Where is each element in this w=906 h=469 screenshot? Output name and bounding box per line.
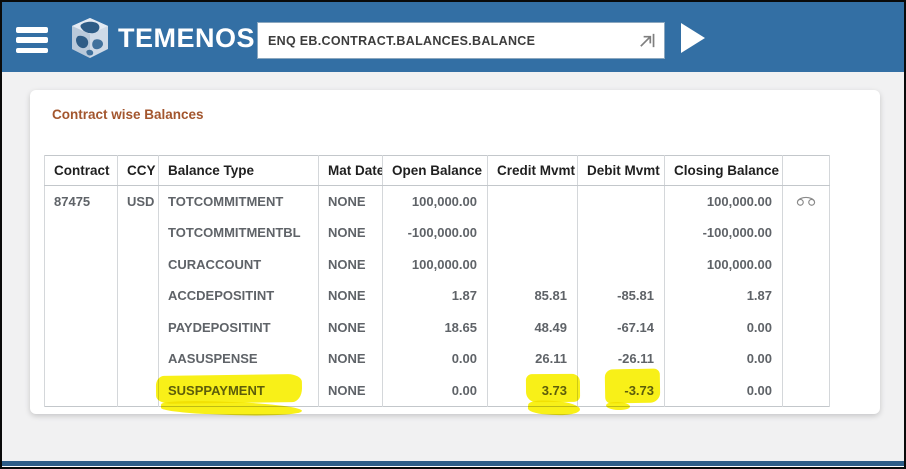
- cell-credit-mvmt: [488, 217, 578, 249]
- cell-open-balance: -100,000.00: [383, 217, 488, 249]
- col-header-contract: Contract: [45, 156, 118, 186]
- col-header-credit-mvmt: Credit Mvmt: [488, 156, 578, 186]
- top-toolbar: TEMENOS: [2, 2, 904, 72]
- cell-debit-mvmt: [578, 217, 665, 249]
- cell-contract: [45, 343, 118, 375]
- cell-ccy: [118, 280, 159, 312]
- table-row: TOTCOMMITMENTBL NONE -100,000.00 -100,00…: [45, 217, 830, 249]
- launch-arrow-icon[interactable]: [637, 31, 656, 50]
- cell-ccy: [118, 249, 159, 281]
- cell-open-balance: 100,000.00: [383, 186, 488, 218]
- temenos-logo-text: TEMENOS: [118, 23, 255, 54]
- cell-mat-date: NONE: [319, 217, 383, 249]
- cell-closing-balance: 1.87: [665, 280, 783, 312]
- cell-ccy: [118, 217, 159, 249]
- cell-closing-balance: 0.00: [665, 375, 783, 407]
- cell-balance-type: SUSPPAYMENT: [159, 375, 319, 407]
- cell-debit-mvmt: [578, 249, 665, 281]
- cell-closing-balance: 100,000.00: [665, 186, 783, 218]
- workspace: Contract wise Balances Contract CCY Bala…: [2, 72, 904, 461]
- cell-debit-mvmt: -26.11: [578, 343, 665, 375]
- run-enquiry-play-icon[interactable]: [681, 23, 705, 53]
- table-row: CURACCOUNT NONE 100,000.00 100,000.00: [45, 249, 830, 281]
- cell-credit-mvmt: 26.11: [488, 343, 578, 375]
- page-title: Contract wise Balances: [52, 107, 204, 122]
- cell-contract: [45, 312, 118, 344]
- cell-mat-date: NONE: [319, 186, 383, 218]
- cell-balance-type: AASUSPENSE: [159, 343, 319, 375]
- cell-contract: [45, 280, 118, 312]
- cell-balance-type: TOTCOMMITMENT: [159, 186, 319, 218]
- cell-credit-mvmt: 48.49: [488, 312, 578, 344]
- cell-open-balance: 1.87: [383, 280, 488, 312]
- col-header-debit-mvmt: Debit Mvmt: [578, 156, 665, 186]
- col-header-balance-type: Balance Type: [159, 156, 319, 186]
- cell-debit-mvmt: -67.14: [578, 312, 665, 344]
- col-header-closing-balance: Closing Balance: [665, 156, 783, 186]
- binoculars-icon[interactable]: [796, 195, 816, 210]
- cell-closing-balance: 0.00: [665, 312, 783, 344]
- cell-ccy: [118, 343, 159, 375]
- temenos-logo: TEMENOS: [68, 16, 255, 60]
- cell-debit-mvmt: [578, 186, 665, 218]
- table-row: PAYDEPOSITINT NONE 18.65 48.49 -67.14 0.…: [45, 312, 830, 344]
- cell-mat-date: NONE: [319, 280, 383, 312]
- cell-debit-mvmt: -85.81: [578, 280, 665, 312]
- cell-credit-mvmt: [488, 186, 578, 218]
- cell-balance-type: PAYDEPOSITINT: [159, 312, 319, 344]
- cell-credit-mvmt: 85.81: [488, 280, 578, 312]
- cell-contract: 87475: [45, 186, 118, 218]
- table-row: ACCDEPOSITINT NONE 1.87 85.81 -85.81 1.8…: [45, 280, 830, 312]
- cell-contract: [45, 249, 118, 281]
- cell-drilldown: [783, 312, 830, 344]
- cell-drilldown: [783, 280, 830, 312]
- balances-table-header: Contract CCY Balance Type Mat Date Open …: [45, 156, 830, 186]
- balances-table-body: 87475 USD TOTCOMMITMENT NONE 100,000.00 …: [45, 186, 830, 407]
- cell-ccy: [118, 375, 159, 407]
- cell-ccy: [118, 312, 159, 344]
- command-input[interactable]: [258, 23, 637, 58]
- table-row: AASUSPENSE NONE 0.00 26.11 -26.11 0.00: [45, 343, 830, 375]
- cell-open-balance: 0.00: [383, 375, 488, 407]
- cell-credit-mvmt: [488, 249, 578, 281]
- cell-closing-balance: 0.00: [665, 343, 783, 375]
- app-window: TEMENOS Contract wise Balances: [0, 0, 906, 469]
- enquiry-result-card: Contract wise Balances Contract CCY Bala…: [30, 90, 880, 414]
- cell-balance-type: ACCDEPOSITINT: [159, 280, 319, 312]
- temenos-globe-icon: [68, 16, 112, 60]
- cell-credit-mvmt: 3.73: [488, 375, 578, 407]
- cell-mat-date: NONE: [319, 375, 383, 407]
- cell-open-balance: 18.65: [383, 312, 488, 344]
- table-row: 87475 USD TOTCOMMITMENT NONE 100,000.00 …: [45, 186, 830, 218]
- command-bar: [257, 22, 665, 59]
- cell-mat-date: NONE: [319, 343, 383, 375]
- cell-contract: [45, 375, 118, 407]
- col-header-actions: [783, 156, 830, 186]
- cell-open-balance: 100,000.00: [383, 249, 488, 281]
- cell-balance-type: CURACCOUNT: [159, 249, 319, 281]
- cell-drilldown: [783, 186, 830, 218]
- menu-hamburger-icon[interactable]: [16, 27, 48, 53]
- cell-open-balance: 0.00: [383, 343, 488, 375]
- balances-table: Contract CCY Balance Type Mat Date Open …: [44, 155, 830, 407]
- col-header-open-balance: Open Balance: [383, 156, 488, 186]
- cell-drilldown: [783, 217, 830, 249]
- cell-mat-date: NONE: [319, 249, 383, 281]
- cell-drilldown: [783, 249, 830, 281]
- cell-closing-balance: 100,000.00: [665, 249, 783, 281]
- col-header-mat-date: Mat Date: [319, 156, 383, 186]
- cell-ccy: USD: [118, 186, 159, 218]
- bottom-status-bar: [2, 461, 904, 466]
- table-row: SUSPPAYMENT NONE 0.00 3.73 -3.73 0.00: [45, 375, 830, 407]
- cell-drilldown: [783, 343, 830, 375]
- cell-closing-balance: -100,000.00: [665, 217, 783, 249]
- col-header-ccy: CCY: [118, 156, 159, 186]
- cell-mat-date: NONE: [319, 312, 383, 344]
- cell-balance-type: TOTCOMMITMENTBL: [159, 217, 319, 249]
- cell-contract: [45, 217, 118, 249]
- cell-drilldown: [783, 375, 830, 407]
- cell-debit-mvmt: -3.73: [578, 375, 665, 407]
